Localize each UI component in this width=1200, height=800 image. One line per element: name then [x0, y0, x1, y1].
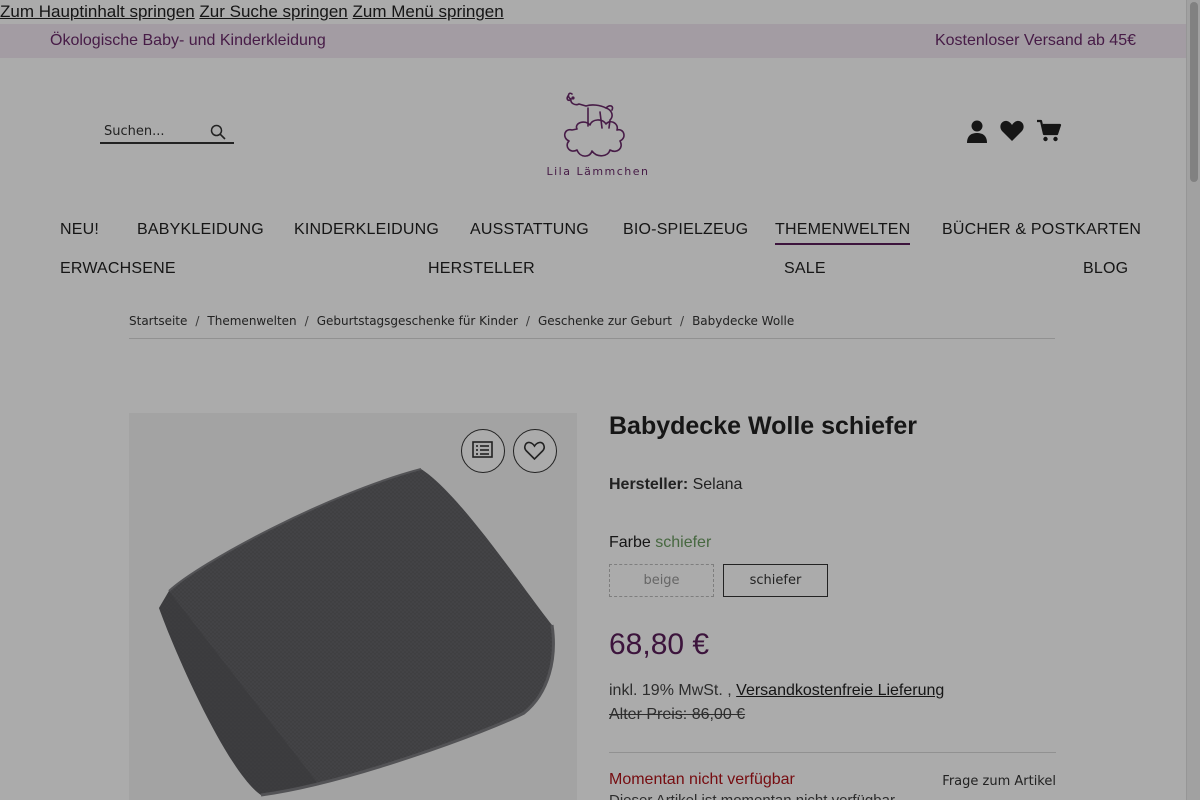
- top-info-bar: Ökologische Baby- und Kinderkleidung Kos…: [0, 24, 1186, 58]
- shop-logo[interactable]: Lila Lämmchen: [542, 86, 654, 182]
- nav-item-kinderkleidung[interactable]: KINDERKLEIDUNG: [294, 221, 439, 239]
- search-icon[interactable]: [210, 124, 226, 140]
- account-icon[interactable]: [964, 118, 990, 144]
- color-selection-label: Farbe schiefer: [609, 534, 711, 552]
- nav-item-blog[interactable]: BLOG: [1083, 260, 1128, 278]
- manufacturer-name[interactable]: Selana: [693, 476, 743, 493]
- shipping-info: Kostenloser Versand ab 45€: [934, 32, 1136, 49]
- breadcrumb-current: Babydecke Wolle: [692, 314, 795, 328]
- manufacturer-label: Hersteller:: [609, 476, 689, 493]
- breadcrumb-themenwelten[interactable]: Themenwelten: [207, 314, 296, 328]
- nav-item-neu[interactable]: NEU!: [60, 221, 99, 239]
- search-input[interactable]: [100, 120, 200, 139]
- shipping-info-link[interactable]: Versandkostenfreie Lieferung: [736, 682, 944, 699]
- nav-item-themenwelten[interactable]: THEMENWELTEN: [775, 221, 911, 245]
- manufacturer: Hersteller: Selana: [609, 476, 742, 494]
- question-about-product-link[interactable]: Frage zum Artikel: [942, 774, 1056, 789]
- add-to-wishlist-button[interactable]: [513, 429, 557, 473]
- scrollbar-thumb[interactable]: [1190, 2, 1198, 182]
- nav-item-bio-spielzeug[interactable]: BIO-SPIELZEUG: [623, 221, 748, 239]
- nav-item-ausstattung[interactable]: AUSSTATTUNG: [470, 221, 589, 239]
- breadcrumb-startseite[interactable]: Startseite: [129, 314, 187, 328]
- breadcrumb-separator: /: [680, 314, 685, 328]
- breadcrumb-separator: /: [195, 314, 200, 328]
- skip-links: Zum Hauptinhalt springen Zur Suche sprin…: [0, 2, 504, 22]
- breadcrumb-geburtstagsgeschenke[interactable]: Geburtstagsgeschenke für Kinder: [317, 314, 518, 328]
- search-box: [100, 120, 234, 144]
- nav-item-erwachsene[interactable]: ERWACHSENE: [60, 260, 176, 278]
- product-image-gallery[interactable]: [129, 413, 577, 800]
- breadcrumb-separator: /: [304, 314, 309, 328]
- product-price: 68,80 €: [609, 628, 710, 661]
- nav-item-sale[interactable]: SALE: [784, 260, 826, 278]
- availability-status: Momentan nicht verfügbar: [609, 771, 795, 788]
- product-title: Babydecke Wolle schiefer: [609, 412, 918, 440]
- shop-tagline: Ökologische Baby- und Kinderkleidung: [50, 32, 326, 49]
- availability-note: Dieser Artikel ist momentan nicht verfüg…: [609, 792, 895, 800]
- breadcrumb-separator: /: [525, 314, 530, 328]
- color-value: schiefer: [655, 534, 712, 551]
- wishlist-heart-icon[interactable]: [999, 118, 1025, 144]
- page-scrollbar[interactable]: [1186, 0, 1200, 800]
- wishlist-heart-icon: [524, 441, 545, 461]
- product-image[interactable]: [129, 413, 577, 800]
- compare-list-icon: [472, 441, 493, 458]
- lamb-on-cloud-logo: [563, 92, 625, 157]
- nav-item-hersteller[interactable]: HERSTELLER: [428, 260, 535, 278]
- skip-to-menu-link[interactable]: Zum Menü springen: [353, 2, 504, 21]
- logo-text: Lila Lämmchen: [546, 165, 650, 178]
- skip-to-search-link[interactable]: Zur Suche springen: [199, 2, 347, 21]
- nav-item-buecher-postkarten[interactable]: BÜCHER & POSTKARTEN: [942, 221, 1141, 239]
- page: Zum Hauptinhalt springen Zur Suche sprin…: [0, 0, 1186, 800]
- color-label: Farbe: [609, 534, 651, 551]
- variant-beige-button[interactable]: beige: [609, 564, 714, 597]
- compare-list-button[interactable]: [461, 429, 505, 473]
- old-price: Alter Preis: 86,00 €: [609, 706, 746, 723]
- variant-schiefer-button[interactable]: schiefer: [723, 564, 828, 597]
- header-actions: [964, 118, 1064, 146]
- breadcrumb: Startseite / Themenwelten / Geburtstagsgesch…: [129, 314, 1055, 339]
- cart-icon[interactable]: [1036, 118, 1062, 144]
- breadcrumb-geschenke-zur-geburt[interactable]: Geschenke zur Geburt: [538, 314, 672, 328]
- nav-item-babykleidung[interactable]: BABYKLEIDUNG: [137, 221, 264, 239]
- tax-text: inkl. 19% MwSt. ,: [609, 682, 732, 699]
- skip-to-main-link[interactable]: Zum Hauptinhalt springen: [0, 2, 195, 21]
- tax-info: inkl. 19% MwSt. , Versandkostenfreie Lie…: [609, 682, 944, 700]
- divider: [609, 752, 1056, 753]
